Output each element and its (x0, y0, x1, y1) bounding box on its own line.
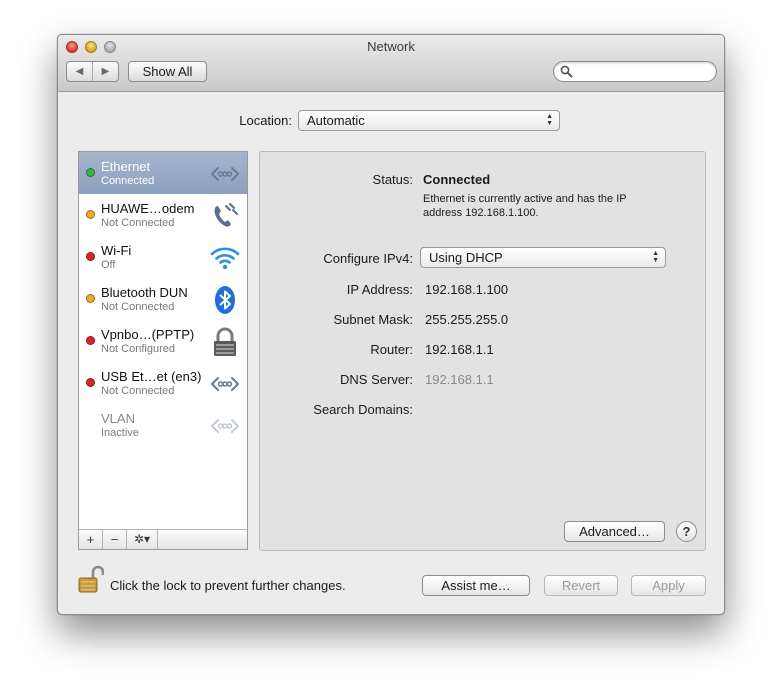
service-item-ethernet[interactable]: Ethernet Connected (79, 152, 247, 194)
service-status: Inactive (101, 427, 139, 439)
wifi-icon (210, 247, 240, 270)
advanced-button[interactable]: Advanced… (564, 521, 665, 542)
ethernet-icon (211, 377, 239, 391)
back-button[interactable]: ◀ (67, 62, 93, 81)
service-status: Not Configured (101, 343, 175, 355)
dns-server-value: 192.168.1.1 (425, 372, 494, 387)
show-all-button[interactable]: Show All (128, 61, 207, 82)
status-value: Connected (423, 172, 491, 187)
ethernet-icon (211, 419, 239, 433)
back-forward-control: ◀ ▶ (66, 61, 119, 82)
location-value: Automatic (307, 113, 365, 128)
apply-button[interactable]: Apply (631, 575, 706, 596)
service-detail-panel: Status: Connected Ethernet is currently … (259, 151, 706, 551)
status-dot-green (86, 168, 95, 177)
location-popup[interactable]: Automatic ▲ ▼ (298, 110, 560, 131)
service-status: Not Connected (101, 217, 175, 229)
network-preferences-window: Network ◀ ▶ Show All Location: Automatic… (57, 34, 725, 615)
router-value: 192.168.1.1 (425, 342, 494, 357)
forward-button[interactable]: ▶ (93, 62, 118, 81)
service-item-bluetooth-dun[interactable]: Bluetooth DUN Not Connected (79, 278, 247, 320)
service-status: Not Connected (101, 385, 175, 397)
service-item-huawei-modem[interactable]: HUAWE…odem Not Connected (79, 194, 247, 236)
configure-ipv4-popup[interactable]: Using DHCP ▲ ▼ (420, 247, 666, 268)
assist-me-button[interactable]: Assist me… (422, 575, 530, 596)
lock-open-icon[interactable] (78, 564, 104, 594)
modem-phone-icon (214, 203, 238, 227)
service-list: Ethernet Connected HUAWE…odem Not Connec… (78, 151, 248, 550)
ip-address-value: 192.168.1.100 (425, 282, 509, 297)
service-list-toolbar: + − ✲▾ (79, 529, 247, 549)
service-name: Ethernet (101, 159, 151, 174)
service-item-wifi[interactable]: Wi-Fi Off (79, 236, 247, 278)
service-item-vpn-pptp[interactable]: Vpnbo…(PPTP) Not Configured (79, 320, 247, 362)
search-input[interactable] (576, 63, 710, 80)
ip-address-label: IP Address: (346, 282, 413, 297)
configure-ipv4-value: Using DHCP (429, 250, 503, 265)
service-action-menu-button[interactable]: ✲▾ (127, 530, 158, 549)
service-status: Off (101, 259, 116, 271)
ethernet-icon (211, 167, 239, 181)
magnifier-icon (560, 65, 573, 78)
dns-server-label: DNS Server: (340, 372, 413, 387)
status-description-line1: Ethernet is currently active and has the… (423, 193, 627, 205)
service-item-vlan[interactable]: VLAN Inactive (79, 404, 247, 446)
service-name: HUAWE…odem (101, 201, 195, 216)
service-name: Vpnbo…(PPTP) (101, 327, 195, 342)
status-label: Status: (372, 172, 413, 187)
search-domains-label: Search Domains: (313, 402, 413, 417)
status-description-line2: address 192.168.1.100. (423, 207, 539, 219)
service-status: Not Connected (101, 301, 175, 313)
location-label: Location: (239, 113, 292, 128)
service-name: Wi-Fi (101, 243, 132, 258)
service-name: Bluetooth DUN (101, 285, 188, 300)
titlebar: Network ◀ ▶ Show All (58, 35, 724, 92)
lock-message: Click the lock to prevent further change… (110, 578, 346, 593)
service-name: USB Et…et (en3) (101, 369, 202, 384)
status-dot-yellow (86, 294, 95, 303)
configure-ipv4-label: Configure IPv4: (323, 251, 413, 266)
add-service-button[interactable]: + (79, 530, 103, 549)
vpn-lock-icon (214, 327, 236, 356)
service-name: VLAN (101, 411, 135, 426)
search-field[interactable] (553, 61, 717, 82)
remove-service-button[interactable]: − (103, 530, 127, 549)
popup-arrows-icon: ▲ ▼ (546, 113, 553, 127)
help-button[interactable]: ? (676, 521, 697, 542)
service-item-usb-ethernet[interactable]: USB Et…et (en3) Not Connected (79, 362, 247, 404)
status-dot-yellow (86, 210, 95, 219)
revert-button[interactable]: Revert (544, 575, 618, 596)
status-dot-red (86, 252, 95, 261)
status-dot-red (86, 378, 95, 387)
subnet-mask-label: Subnet Mask: (333, 312, 414, 327)
window-title: Network (367, 39, 415, 54)
popup-arrows-icon: ▲ ▼ (652, 250, 659, 264)
bluetooth-icon (215, 286, 235, 314)
router-label: Router: (370, 342, 413, 357)
service-status: Connected (101, 175, 155, 187)
subnet-mask-value: 255.255.255.0 (425, 312, 509, 327)
status-dot-red (86, 336, 95, 345)
